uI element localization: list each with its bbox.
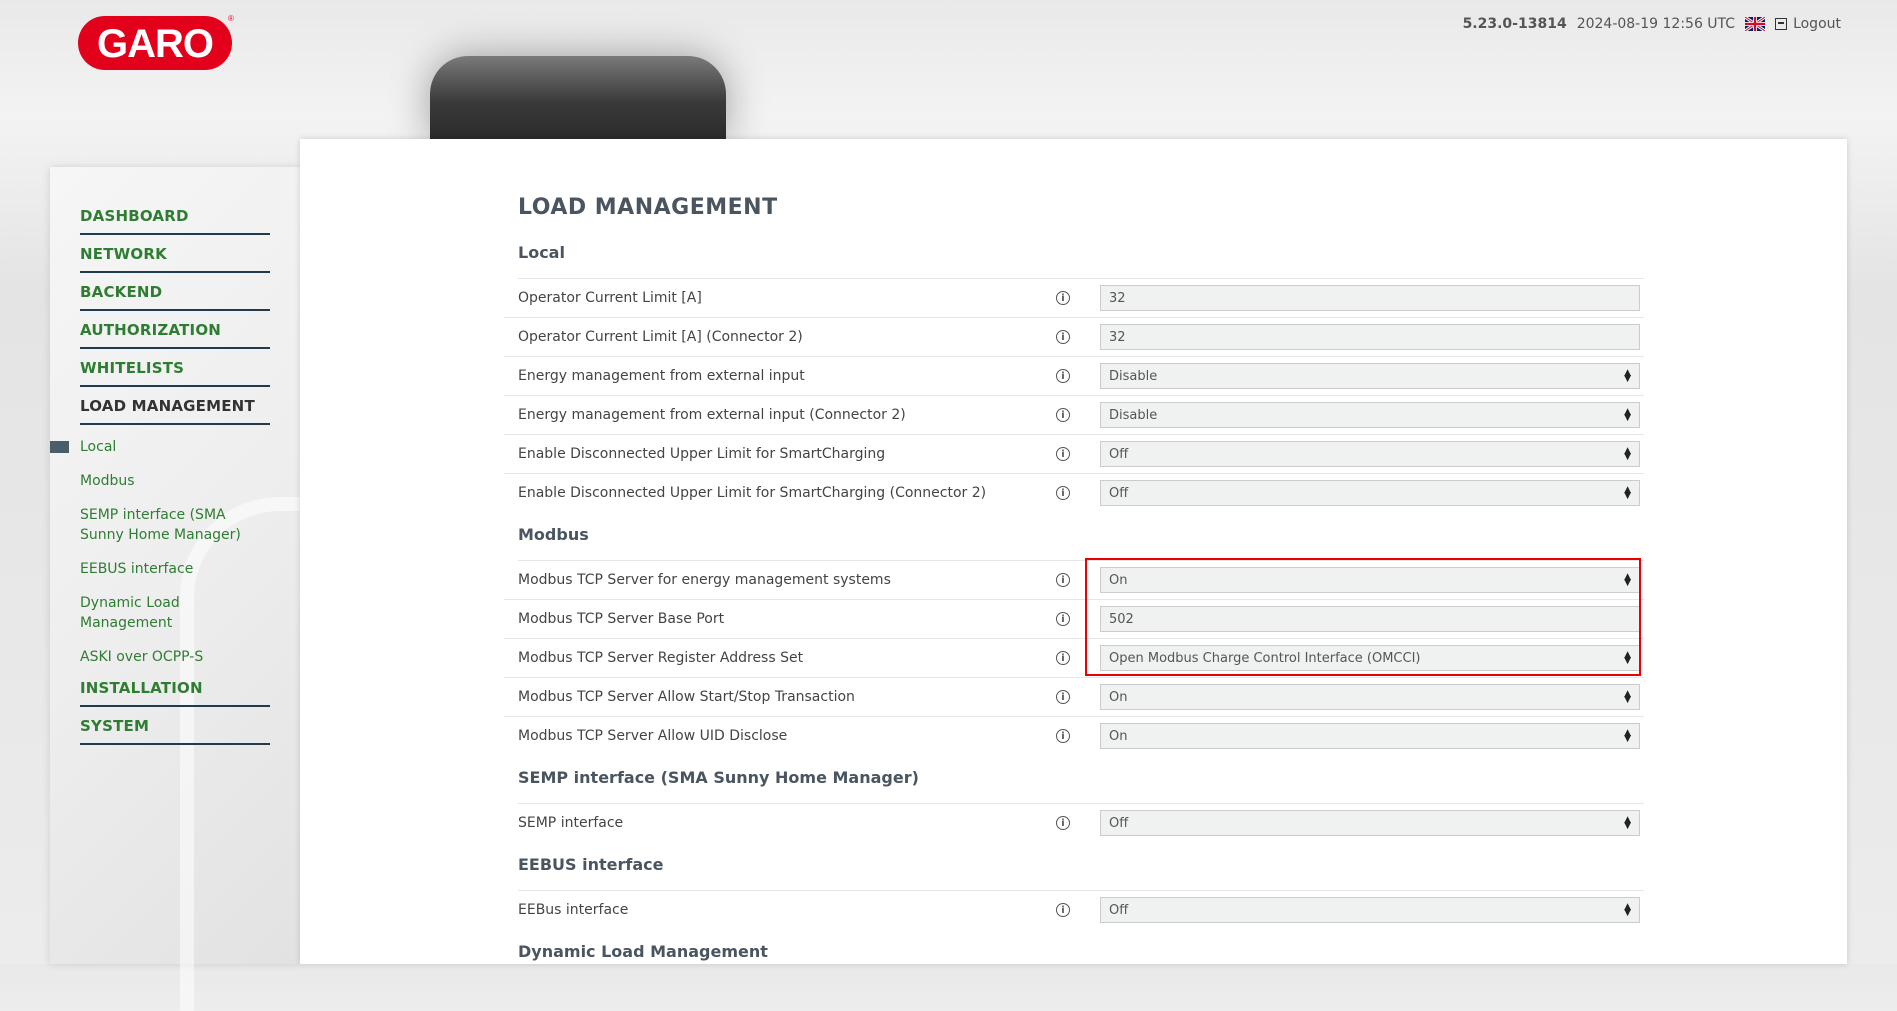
row-label: Energy management from external input (C… — [518, 407, 906, 423]
info-icon[interactable]: i — [1056, 330, 1070, 344]
sidebar-item-authorization[interactable]: AUTHORIZATION — [80, 317, 270, 349]
sidebar-item-load-management[interactable]: LOAD MANAGEMENT — [80, 393, 270, 425]
row-label: Operator Current Limit [A] — [518, 290, 702, 306]
modbus-server-select[interactable]: On ▲ ▼ — [1100, 567, 1640, 593]
info-icon[interactable]: i — [1056, 816, 1070, 830]
operator-current-limit-input[interactable]: 32 — [1100, 285, 1640, 311]
select-arrows-icon: ▲ ▼ — [1624, 572, 1631, 588]
sidebar-subitem-eebus[interactable]: EEBUS interface — [80, 553, 270, 587]
svg-text:®: ® — [228, 14, 234, 23]
settings-row: Operator Current Limit [A] (Connector 2)… — [504, 318, 1644, 357]
row-label: Modbus TCP Server Base Port — [518, 611, 725, 627]
row-label: SEMP interface — [518, 815, 624, 831]
info-icon[interactable]: i — [1056, 729, 1070, 743]
settings-row: Modbus TCP Server Base Port i 502 — [504, 600, 1644, 639]
select-arrows-icon: ▲ ▼ — [1624, 485, 1631, 501]
info-icon[interactable]: i — [1056, 486, 1070, 500]
info-icon[interactable]: i — [1056, 573, 1070, 587]
info-icon[interactable]: i — [1056, 690, 1070, 704]
semp-interface-select[interactable]: Off ▲ ▼ — [1100, 810, 1640, 836]
row-label: Modbus TCP Server Allow Start/Stop Trans… — [518, 689, 855, 705]
settings-row: Enable Disconnected Upper Limit for Smar… — [504, 474, 1644, 512]
logout-icon — [1775, 18, 1788, 30]
settings-row: Enable Disconnected Upper Limit for Smar… — [504, 435, 1644, 474]
modbus-register-set-select[interactable]: Open Modbus Charge Control Interface (OM… — [1100, 645, 1640, 671]
sidebar-subitem-dlm[interactable]: Dynamic Load Management — [80, 587, 270, 641]
row-label: Enable Disconnected Upper Limit for Smar… — [518, 485, 987, 501]
info-icon[interactable]: i — [1056, 291, 1070, 305]
content: LOAD MANAGEMENT Local Operator Current L… — [504, 195, 1644, 977]
row-label: Enable Disconnected Upper Limit for Smar… — [518, 446, 886, 462]
row-label: Operator Current Limit [A] (Connector 2) — [518, 329, 803, 345]
page-title: LOAD MANAGEMENT — [518, 195, 778, 220]
modbus-start-stop-select[interactable]: On ▲ ▼ — [1100, 684, 1640, 710]
select-arrows-icon: ▲ ▼ — [1624, 689, 1631, 705]
info-icon[interactable]: i — [1056, 369, 1070, 383]
section-title-eebus: EEBUS interface — [518, 852, 1644, 891]
sidebar-item-installation[interactable]: INSTALLATION — [80, 675, 270, 707]
disconnected-upper-limit-select[interactable]: Off ▲ ▼ — [1100, 441, 1640, 467]
operator-current-limit-c2-input[interactable]: 32 — [1100, 324, 1640, 350]
info-icon[interactable]: i — [1056, 447, 1070, 461]
sidebar: DASHBOARD NETWORK BACKEND AUTHORIZATION … — [50, 167, 394, 1011]
sidebar-item-dashboard[interactable]: DASHBOARD — [80, 203, 270, 235]
info-icon[interactable]: i — [1056, 651, 1070, 665]
settings-row: Energy management from external input i … — [504, 357, 1644, 396]
info-icon[interactable]: i — [1056, 903, 1070, 917]
sidebar-subitem-semp[interactable]: SEMP interface (SMA Sunny Home Manager) — [80, 499, 270, 553]
sidebar-menu: DASHBOARD NETWORK BACKEND AUTHORIZATION … — [50, 203, 270, 751]
sidebar-subitem-aski[interactable]: ASKI over OCPP-S — [80, 641, 270, 675]
settings-row: Modbus TCP Server Allow UID Disclose i O… — [504, 717, 1644, 755]
row-label: Modbus TCP Server for energy management … — [518, 572, 891, 588]
eebus-interface-select[interactable]: Off ▲ ▼ — [1100, 897, 1640, 923]
row-label: Energy management from external input — [518, 368, 805, 384]
section-title-local: Local — [518, 240, 1644, 279]
sidebar-item-network[interactable]: NETWORK — [80, 241, 270, 273]
sidebar-subitem-local[interactable]: Local — [50, 431, 270, 465]
topbar: 5.23.0-13814 2024-08-19 12:56 UTC Logout — [1463, 16, 1841, 32]
settings-row: Modbus TCP Server Allow Start/Stop Trans… — [504, 678, 1644, 717]
settings-row: Energy management from external input (C… — [504, 396, 1644, 435]
disconnected-upper-limit-c2-select[interactable]: Off ▲ ▼ — [1100, 480, 1640, 506]
datetime-text: 2024-08-19 12:56 UTC — [1576, 16, 1736, 32]
select-arrows-icon: ▲ ▼ — [1624, 902, 1631, 918]
select-arrows-icon: ▲ ▼ — [1624, 407, 1631, 423]
uk-flag-icon[interactable] — [1745, 17, 1766, 31]
sidebar-subitem-modbus[interactable]: Modbus — [80, 465, 270, 499]
settings-row: EEBus interface i Off ▲ ▼ — [504, 891, 1644, 929]
row-label: EEBus interface — [518, 902, 629, 918]
sidebar-item-system[interactable]: SYSTEM — [80, 713, 270, 745]
product-image — [430, 56, 726, 140]
version-text: 5.23.0-13814 — [1462, 16, 1567, 32]
settings-row: Modbus TCP Server Register Address Set i… — [504, 639, 1644, 678]
select-arrows-icon: ▲ ▼ — [1624, 446, 1631, 462]
row-label: Modbus TCP Server Allow UID Disclose — [518, 728, 788, 744]
energy-external-input-select[interactable]: Disable ▲ ▼ — [1100, 363, 1640, 389]
sidebar-item-whitelists[interactable]: WHITELISTS — [80, 355, 270, 387]
select-arrows-icon: ▲ ▼ — [1624, 368, 1631, 384]
section-title-dlm: Dynamic Load Management — [518, 942, 768, 961]
modbus-uid-disclose-select[interactable]: On ▲ ▼ — [1100, 723, 1640, 749]
logout-label: Logout — [1793, 16, 1841, 32]
logout-button[interactable]: Logout — [1775, 16, 1841, 32]
logo-text: GARO — [97, 22, 213, 66]
main-panel: LOAD MANAGEMENT Local Operator Current L… — [300, 139, 1847, 964]
garo-logo: GARO ® — [78, 14, 234, 70]
row-label: Modbus TCP Server Register Address Set — [518, 650, 804, 666]
section-title-modbus: Modbus — [518, 522, 1644, 561]
info-icon[interactable]: i — [1056, 408, 1070, 422]
settings-row: Operator Current Limit [A] i 32 — [504, 279, 1644, 318]
select-arrows-icon: ▲ ▼ — [1624, 728, 1631, 744]
section-title-semp: SEMP interface (SMA Sunny Home Manager) — [518, 765, 1644, 804]
info-icon[interactable]: i — [1056, 612, 1070, 626]
settings-row: Modbus TCP Server for energy management … — [504, 561, 1644, 600]
select-arrows-icon: ▲ ▼ — [1624, 650, 1631, 666]
settings-row: SEMP interface i Off ▲ ▼ — [504, 804, 1644, 842]
select-arrows-icon: ▲ ▼ — [1624, 815, 1631, 831]
modbus-base-port-input[interactable]: 502 — [1100, 606, 1640, 632]
energy-external-input-c2-select[interactable]: Disable ▲ ▼ — [1100, 402, 1640, 428]
sidebar-item-backend[interactable]: BACKEND — [80, 279, 270, 311]
